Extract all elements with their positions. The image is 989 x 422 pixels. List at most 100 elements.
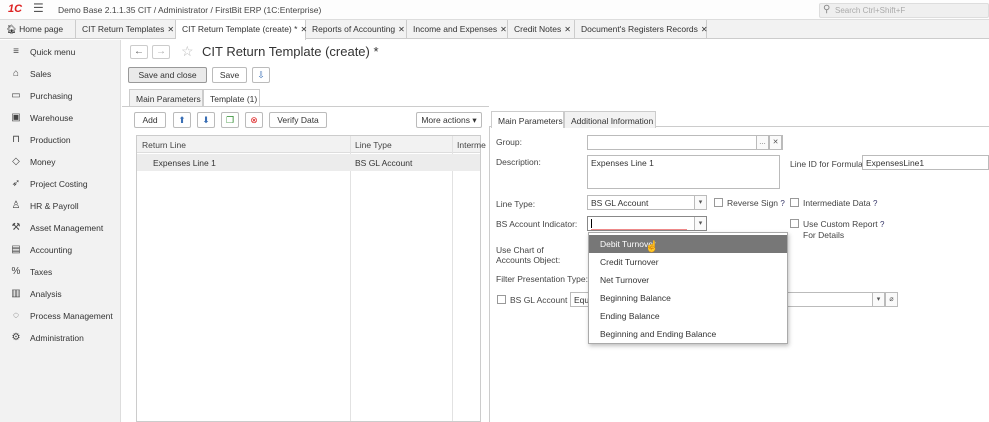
sidebar-item-label: Accounting	[30, 245, 73, 255]
option-beginning-balance[interactable]: Beginning Balance	[589, 289, 787, 307]
sidebar-item-asset-management[interactable]: ⚒ Asset Management	[0, 219, 121, 237]
description-field[interactable]: Expenses Line 1	[587, 155, 780, 189]
sidebar-item-analysis[interactable]: ▥ Analysis	[0, 285, 121, 303]
tab-home-page[interactable]: 🏠︎ Home page	[0, 20, 76, 39]
window-tabs-bar: 🏠︎ Home page CIT Return Templates ✕ CIT R…	[0, 20, 989, 40]
description-label: Description:	[496, 157, 541, 167]
intermediate-data-checkbox[interactable]	[790, 198, 799, 207]
mouse-cursor-icon: ☝	[645, 241, 659, 253]
option-beginning-and-ending-balance[interactable]: Beginning and Ending Balance	[589, 325, 787, 343]
move-up-icon[interactable]: ⬆	[173, 112, 191, 128]
close-icon[interactable]: ✕	[701, 25, 708, 34]
tab-main-parameters[interactable]: Main Parameters	[129, 89, 203, 106]
verify-data-button[interactable]: Verify Data	[269, 112, 327, 128]
sidebar: ≡ Quick menu ⌂ Sales ▭ Purchasing ▣ Warehous…	[0, 40, 121, 422]
tab-cit-return-templates[interactable]: CIT Return Templates ✕	[76, 20, 176, 39]
forward-arrow-icon[interactable]: →	[152, 45, 170, 59]
global-search-input[interactable]: ⚲ Search Ctrl+Shift+F	[819, 3, 989, 18]
option-ending-balance[interactable]: Ending Balance	[589, 307, 787, 325]
bs-account-indicator-dropdown: Debit Turnover Credit Turnover Net Turno…	[588, 232, 788, 344]
select-ellipsis-icon[interactable]: …	[756, 136, 769, 149]
delete-icon[interactable]: ⊗	[245, 112, 263, 128]
reverse-sign-checkbox[interactable]	[714, 198, 723, 207]
app-logo: 1C	[8, 3, 23, 15]
tab-cit-return-template-create[interactable]: CIT Return Template (create) * ✕	[176, 20, 307, 40]
back-arrow-icon[interactable]: ←	[130, 45, 148, 59]
tab-additional-information[interactable]: Additional Information	[564, 111, 656, 128]
sidebar-item-production[interactable]: ⊓ Production	[0, 131, 121, 149]
truck-icon: ▭	[11, 90, 21, 101]
cell-return-line: Expenses Line 1	[153, 158, 216, 168]
add-button[interactable]: Add	[134, 112, 166, 128]
window-title: Demo Base 2.1.1.35 CIT / Administrator /…	[58, 5, 322, 15]
tab-detail-main-parameters[interactable]: Main Parameters	[491, 111, 564, 128]
asset-icon: ⚒	[11, 222, 21, 233]
sidebar-item-taxes[interactable]: % Taxes	[0, 263, 121, 281]
chevron-down-icon[interactable]: ▾	[694, 196, 706, 209]
move-down-icon[interactable]: ⬇	[197, 112, 215, 128]
column-header-line-type[interactable]: Line Type	[355, 140, 392, 150]
help-icon[interactable]: ?	[873, 199, 877, 208]
sidebar-item-warehouse[interactable]: ▣ Warehouse	[0, 109, 121, 127]
sidebar-item-sales[interactable]: ⌂ Sales	[0, 65, 121, 83]
tab-template[interactable]: Template (1)	[203, 89, 260, 106]
copy-icon[interactable]: ❐	[221, 112, 239, 128]
more-actions-button[interactable]: More actions ▾	[416, 112, 482, 128]
help-icon[interactable]: ?	[780, 199, 784, 208]
sidebar-item-process-management[interactable]: ◌ Process Management	[0, 307, 121, 325]
option-debit-turnover[interactable]: Debit Turnover	[589, 235, 787, 253]
close-icon[interactable]: ✕	[500, 25, 507, 34]
sidebar-item-label: Warehouse	[30, 113, 74, 123]
main-menu-icon[interactable]: ☰	[33, 1, 44, 15]
chevron-down-icon[interactable]: ▾	[872, 293, 885, 306]
close-icon[interactable]: ✕	[167, 25, 174, 34]
option-credit-turnover[interactable]: Credit Turnover	[589, 253, 787, 271]
use-custom-report-checkbox[interactable]	[790, 219, 799, 228]
sidebar-item-project-costing[interactable]: ➶ Project Costing	[0, 175, 121, 193]
column-header-return-line[interactable]: Return Line	[142, 140, 186, 150]
tab-label: Document's Registers Records	[581, 24, 698, 34]
bs-gl-account-checkbox[interactable]	[497, 295, 506, 304]
option-net-turnover[interactable]: Net Turnover	[589, 271, 787, 289]
close-icon[interactable]: ✕	[564, 25, 571, 34]
ledger-icon: ▤	[11, 244, 21, 255]
bs-gl-account-value: Equ	[574, 295, 590, 305]
title-bar: 1C ☰ Demo Base 2.1.1.35 CIT / Administra…	[0, 0, 989, 20]
line-id-field[interactable]: ExpensesLine1	[862, 155, 989, 170]
clear-icon[interactable]: ✕	[769, 136, 782, 149]
tab-credit-notes[interactable]: Credit Notes ✕	[508, 20, 575, 39]
group-field[interactable]: … ✕	[587, 135, 783, 150]
sidebar-item-money[interactable]: ◇ Money	[0, 153, 121, 171]
sidebar-item-purchasing[interactable]: ▭ Purchasing	[0, 87, 121, 105]
sidebar-item-administration[interactable]: ⚙ Administration	[0, 329, 121, 347]
favorite-star-icon[interactable]: ☆	[181, 43, 194, 60]
tab-reports-of-accounting[interactable]: Reports of Accounting ✕	[306, 20, 407, 39]
group-label: Group:	[496, 137, 522, 147]
sidebar-item-label: Asset Management	[30, 223, 104, 233]
bs-account-indicator-select[interactable]: ▾	[587, 216, 707, 231]
sidebar-item-accounting[interactable]: ▤ Accounting	[0, 241, 121, 259]
chevron-down-icon[interactable]: ▾	[694, 217, 706, 230]
sidebar-item-quick-menu[interactable]: ≡ Quick menu	[0, 43, 121, 61]
tab-label: Credit Notes	[514, 24, 562, 34]
factory-icon: ⊓	[12, 134, 20, 145]
link-icon[interactable]: ⌀	[885, 293, 897, 306]
column-header-intermediate[interactable]: Interme	[457, 140, 486, 150]
save-button[interactable]: Save	[212, 67, 247, 83]
post-icon[interactable]: ⇩	[252, 67, 270, 83]
tab-label: Income and Expenses	[413, 24, 498, 34]
help-icon[interactable]: ?	[880, 220, 884, 229]
sidebar-item-label: Taxes	[30, 267, 53, 277]
home-icon: 🏠︎	[6, 24, 17, 34]
close-icon[interactable]: ✕	[398, 25, 405, 34]
line-type-select[interactable]: BS GL Account ▾	[587, 195, 707, 210]
chevron-down-icon: ▾	[472, 115, 477, 125]
save-and-close-button[interactable]: Save and close	[128, 67, 207, 83]
use-chart-label-line1: Use Chart of	[496, 245, 544, 255]
column-separator	[350, 136, 351, 421]
tab-documents-registers-records[interactable]: Document's Registers Records ✕	[575, 20, 708, 39]
table-row[interactable]: Expenses Line 1 BS GL Account	[137, 154, 480, 171]
sidebar-item-hr-payroll[interactable]: ♙ HR & Payroll	[0, 197, 121, 215]
template-table: Return Line Line Type Interme Expenses L…	[136, 135, 486, 422]
tab-income-and-expenses[interactable]: Income and Expenses ✕	[407, 20, 508, 39]
